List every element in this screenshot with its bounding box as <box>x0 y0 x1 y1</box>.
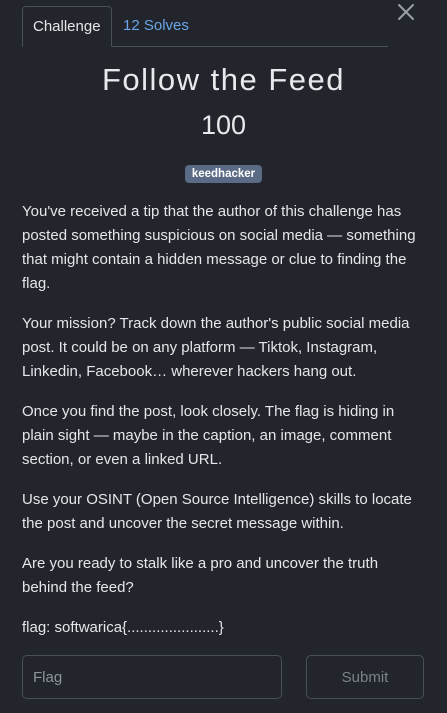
close-button[interactable] <box>396 2 416 22</box>
tab-solves[interactable]: 12 Solves <box>123 6 189 46</box>
tab-challenge-label: Challenge <box>33 18 101 35</box>
tag-container: keedhacker <box>0 164 447 183</box>
submit-button[interactable]: Submit <box>306 655 424 699</box>
description-paragraph: Once you find the post, look closely. Th… <box>22 403 395 468</box>
challenge-title: Follow the Feed <box>101 62 346 97</box>
description-paragraph: Are you ready to stalk like a pro and un… <box>22 555 379 596</box>
close-icon <box>398 4 414 20</box>
description-paragraph: Use your OSINT (Open Source Intelligence… <box>22 491 412 532</box>
tab-bar: Challenge 12 Solves <box>22 6 388 47</box>
challenge-points: 100 <box>200 110 247 140</box>
flag-input[interactable] <box>22 655 282 699</box>
description-paragraph: You've received a tip that the author of… <box>22 203 416 292</box>
tab-solves-label: 12 Solves <box>123 17 189 34</box>
challenge-description: You've received a tip that the author of… <box>22 200 426 656</box>
author-tag: keedhacker <box>184 165 263 183</box>
tab-challenge[interactable]: Challenge <box>22 6 112 47</box>
flag-format-hint: flag: softwarica{......................} <box>22 619 224 636</box>
description-paragraph: Your mission? Track down the author's pu… <box>22 315 410 380</box>
